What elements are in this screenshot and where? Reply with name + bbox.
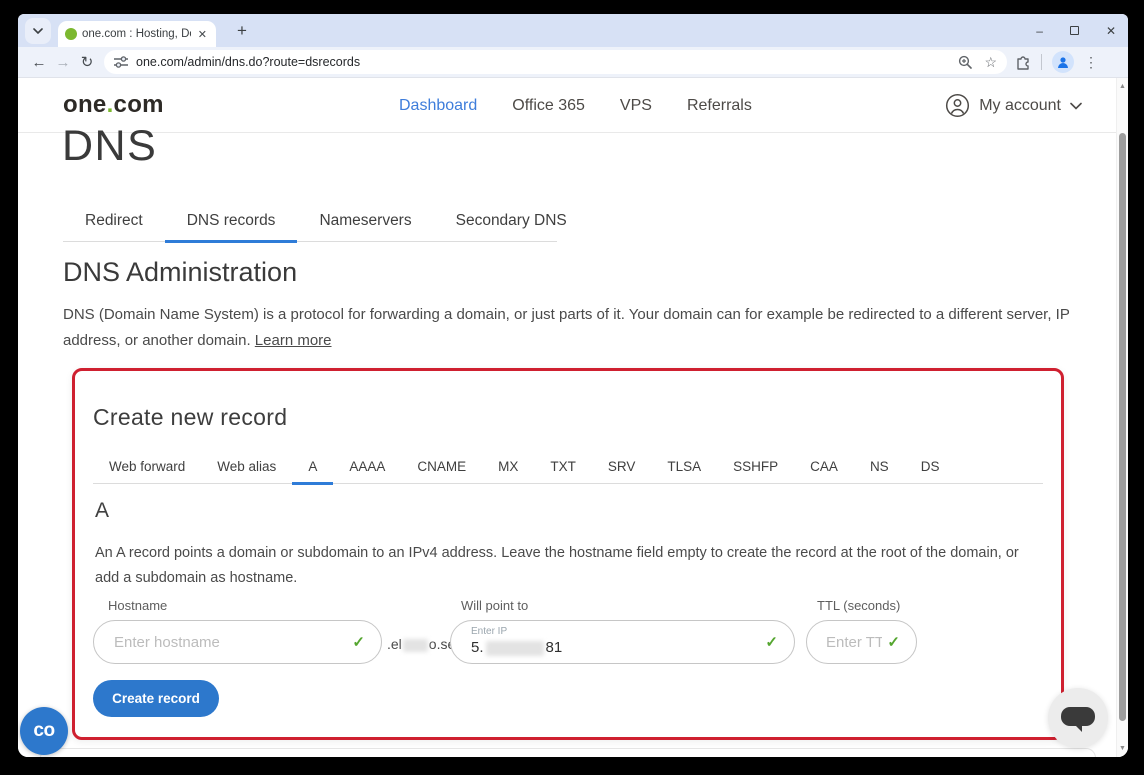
my-account-menu[interactable]: My account xyxy=(945,78,1082,133)
dns-description-text: DNS (Domain Name System) is a protocol f… xyxy=(63,306,1070,349)
create-record-heading: Create new record xyxy=(93,404,287,431)
url-bar[interactable]: one.com/admin/dns.do?route=dsrecords ☆ xyxy=(104,50,1007,74)
forward-button[interactable]: → xyxy=(51,50,75,74)
hostname-input[interactable] xyxy=(94,621,381,663)
ip-prefix: 5. xyxy=(471,639,484,656)
browser-window: one.com : Hosting, Domain, Em ✕ + – ✕ ← … xyxy=(18,14,1128,757)
tab-title: one.com : Hosting, Domain, Em xyxy=(82,28,191,40)
my-account-label: My account xyxy=(979,97,1061,115)
url-text[interactable]: one.com/admin/dns.do?route=dsrecords xyxy=(136,55,946,69)
window-controls: – ✕ xyxy=(1036,14,1116,47)
record-tab-mx[interactable]: MX xyxy=(482,449,534,483)
record-tab-ds[interactable]: DS xyxy=(905,449,956,483)
browser-tab[interactable]: one.com : Hosting, Domain, Em ✕ xyxy=(58,21,216,47)
browser-toolbar: ← → ↻ one.com/admin/dns.do?route=dsrecor… xyxy=(18,47,1128,78)
chevron-down-icon xyxy=(1070,102,1082,110)
co-chat-badge[interactable]: co xyxy=(20,707,68,755)
record-tab-caa[interactable]: CAA xyxy=(794,449,854,483)
next-card-edge xyxy=(40,748,1096,757)
record-tab-txt[interactable]: TXT xyxy=(534,449,592,483)
domain-suffix: .elo.se xyxy=(387,636,455,652)
dns-description: DNS (Domain Name System) is a protocol f… xyxy=(63,302,1075,354)
will-point-to-field[interactable]: Enter IP 5.81 ✓ xyxy=(450,620,795,664)
nav-vps[interactable]: VPS xyxy=(620,97,652,115)
enter-ip-inner-label: Enter IP xyxy=(471,626,507,637)
hostname-label: Hostname xyxy=(108,598,167,613)
hostname-field[interactable]: ✓ xyxy=(93,620,382,664)
one-com-logo: one.com xyxy=(63,91,164,119)
toolbar-right: ⋮ xyxy=(1015,51,1098,73)
domain-suffix-prefix: .el xyxy=(387,636,402,652)
profile-avatar[interactable] xyxy=(1052,51,1074,73)
nav-dashboard[interactable]: Dashboard xyxy=(399,97,477,115)
learn-more-link[interactable]: Learn more xyxy=(255,332,332,349)
scrollbar-up-icon[interactable]: ▲ xyxy=(1117,83,1128,90)
record-type-tabs: Web forward Web alias A AAAA CNAME MX TX… xyxy=(93,449,1043,484)
record-tab-ns[interactable]: NS xyxy=(854,449,905,483)
ttl-field[interactable]: ✓ xyxy=(806,620,917,664)
dns-section-tabs: Redirect DNS records Nameservers Seconda… xyxy=(63,200,557,242)
logo-com: com xyxy=(114,91,164,118)
record-tab-a[interactable]: A xyxy=(292,449,333,483)
record-tab-tlsa[interactable]: TLSA xyxy=(651,449,717,483)
hostname-valid-check-icon: ✓ xyxy=(352,633,365,651)
tab-dns-records[interactable]: DNS records xyxy=(165,200,298,241)
ip-value[interactable]: 5.81 xyxy=(471,639,562,656)
screenshot-canvas: one.com : Hosting, Domain, Em ✕ + – ✕ ← … xyxy=(0,0,1144,775)
back-button[interactable]: ← xyxy=(27,50,51,74)
ip-suffix: 81 xyxy=(546,639,563,656)
account-person-icon xyxy=(945,93,970,118)
chat-bubble-icon xyxy=(1061,707,1095,726)
browser-menu-icon[interactable]: ⋮ xyxy=(1084,54,1098,71)
scrollbar-down-icon[interactable]: ▼ xyxy=(1117,745,1128,752)
page-scrollbar[interactable]: ▲ ▼ xyxy=(1116,78,1128,757)
toolbar-separator xyxy=(1041,54,1042,70)
tab-nameservers[interactable]: Nameservers xyxy=(297,200,433,241)
close-button[interactable]: ✕ xyxy=(1106,25,1116,37)
redacted-ip xyxy=(486,641,544,656)
record-tab-sshfp[interactable]: SSHFP xyxy=(717,449,794,483)
minimize-button[interactable]: – xyxy=(1036,25,1043,37)
redacted-domain xyxy=(403,639,428,652)
chevron-down-icon xyxy=(33,28,43,34)
reload-button[interactable]: ↻ xyxy=(75,50,99,74)
ip-valid-check-icon: ✓ xyxy=(765,633,778,651)
scrollbar-thumb[interactable] xyxy=(1119,133,1126,721)
page-title: DNS xyxy=(62,122,157,171)
site-settings-icon[interactable] xyxy=(114,56,128,68)
create-record-card: Create new record Web forward Web alias … xyxy=(72,368,1064,740)
maximize-button[interactable] xyxy=(1070,26,1079,35)
create-record-button[interactable]: Create record xyxy=(93,680,219,717)
tab-favicon-icon xyxy=(65,28,77,40)
record-tab-web-alias[interactable]: Web alias xyxy=(201,449,292,483)
nav-office365[interactable]: Office 365 xyxy=(512,97,585,115)
record-tab-web-forward[interactable]: Web forward xyxy=(93,449,201,483)
logo-one: one xyxy=(63,91,107,118)
chat-bubble-tail xyxy=(1075,725,1082,732)
will-point-to-label: Will point to xyxy=(461,598,528,613)
ttl-valid-check-icon: ✓ xyxy=(887,633,900,651)
a-record-description: An A record points a domain or subdomain… xyxy=(95,541,1037,591)
chat-button[interactable] xyxy=(1048,688,1108,748)
record-tab-aaaa[interactable]: AAAA xyxy=(333,449,401,483)
tab-search-button[interactable] xyxy=(25,18,51,44)
tab-secondary-dns[interactable]: Secondary DNS xyxy=(434,200,589,241)
browser-tabstrip: one.com : Hosting, Domain, Em ✕ + – ✕ xyxy=(18,14,1128,47)
record-tab-cname[interactable]: CNAME xyxy=(401,449,482,483)
zoom-icon[interactable] xyxy=(958,55,972,69)
a-record-heading: A xyxy=(95,499,109,523)
tab-close-icon[interactable]: ✕ xyxy=(196,28,209,41)
tab-redirect[interactable]: Redirect xyxy=(63,200,165,241)
bookmark-star-icon[interactable]: ☆ xyxy=(984,54,997,71)
logo-dot: . xyxy=(107,91,114,118)
ttl-label: TTL (seconds) xyxy=(817,598,900,613)
record-tab-srv[interactable]: SRV xyxy=(592,449,652,483)
main-nav: Dashboard Office 365 VPS Referrals xyxy=(399,78,752,133)
new-tab-button[interactable]: + xyxy=(230,19,254,43)
nav-referrals[interactable]: Referrals xyxy=(687,97,752,115)
extensions-icon[interactable] xyxy=(1015,54,1031,70)
dns-administration-heading: DNS Administration xyxy=(63,257,297,288)
